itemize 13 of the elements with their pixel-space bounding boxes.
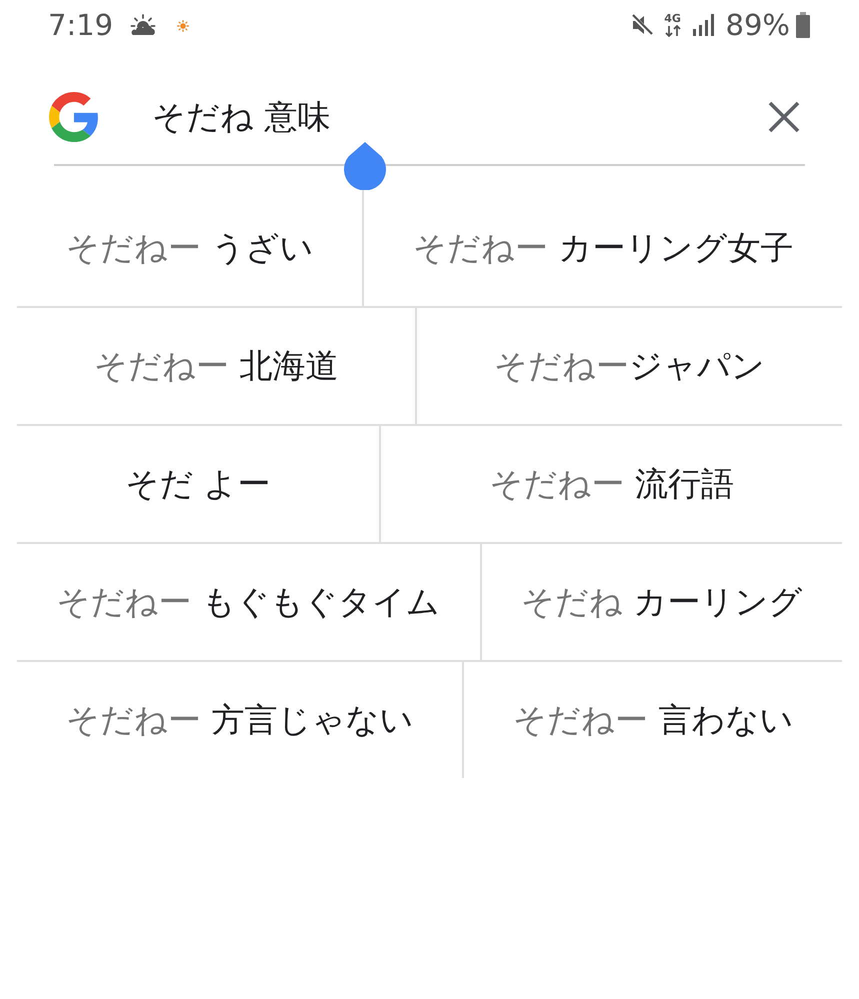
battery-percent: 89% [726, 8, 790, 42]
cursor-handle-icon[interactable] [344, 142, 386, 190]
muted-speaker-icon [630, 13, 654, 37]
up-down-arrows-icon [664, 25, 682, 37]
sun-icon [177, 20, 190, 32]
signal-bars-icon [692, 14, 716, 36]
battery-icon [796, 12, 810, 38]
status-time: 7:19 [48, 8, 114, 42]
close-icon[interactable] [768, 101, 800, 133]
logo-icon [49, 92, 99, 142]
network-type: 4G [664, 13, 681, 25]
sun-behind-cloud-icon [130, 14, 158, 36]
search-field[interactable]: そだね 意味 [152, 94, 330, 140]
